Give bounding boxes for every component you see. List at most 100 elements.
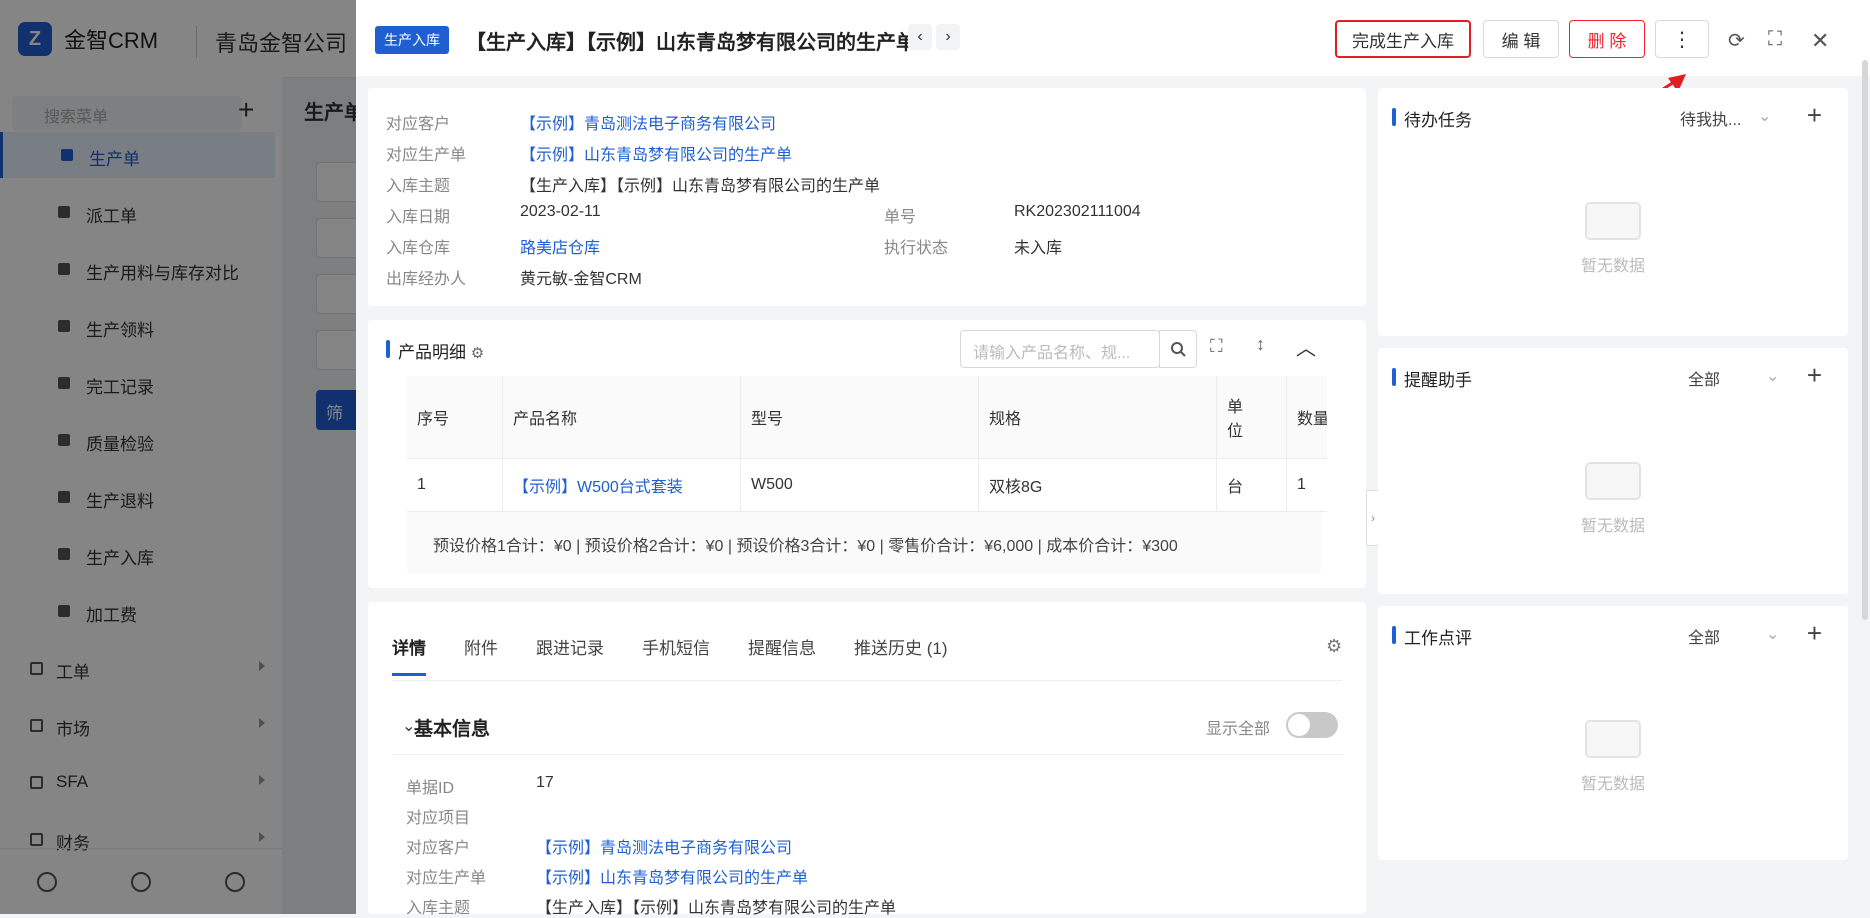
- production-order-link[interactable]: 【示例】山东青岛梦有限公司的生产单: [536, 870, 808, 887]
- record-nav: ‹ ›: [908, 24, 960, 50]
- review-filter-select[interactable]: 全部: [1688, 624, 1720, 648]
- field-label: 单据ID: [406, 780, 455, 797]
- todo-panel: 待办任务 待我执... ⌄ + 暂无数据: [1378, 88, 1848, 336]
- row-height-icon[interactable]: ↕: [1256, 334, 1265, 355]
- empty-box-icon: [1585, 720, 1641, 758]
- tab-reminders[interactable]: 提醒信息: [748, 634, 816, 676]
- product-search-input[interactable]: 请输入产品名称、规...: [960, 330, 1160, 368]
- date-value: 2023-02-11: [520, 203, 601, 220]
- refresh-icon[interactable]: ⟳: [1728, 28, 1745, 53]
- field-label: 对应客户: [406, 840, 471, 857]
- record-id-value: 17: [536, 774, 554, 791]
- chevron-left-icon[interactable]: ‹: [908, 24, 932, 50]
- empty-text: 暂无数据: [1580, 258, 1645, 275]
- detail-tabs-card: 详情 附件 跟进记录 手机短信 提醒信息 推送历史 (1) ⚙ ⌄ 基本信息 显…: [368, 602, 1366, 917]
- table-cell: W500: [741, 458, 979, 512]
- empty-state: 暂无数据: [1378, 202, 1848, 276]
- basic-info-title: 基本信息: [414, 719, 491, 740]
- table-header: 数量: [1287, 376, 1327, 458]
- customer-link[interactable]: 【示例】青岛测法电子商务有限公司: [520, 116, 776, 133]
- product-detail-card: 产品明细 ⚙ 请输入产品名称、规... ⛶ ↕ ︿ 序号 产品名称 型号 规格 …: [368, 320, 1366, 588]
- add-icon[interactable]: +: [1807, 618, 1822, 649]
- complete-stock-in-button[interactable]: 完成生产入库: [1335, 20, 1471, 58]
- add-icon[interactable]: +: [1807, 100, 1822, 131]
- edit-button[interactable]: 编 辑: [1483, 20, 1559, 58]
- field-label: 入库主题: [386, 178, 451, 195]
- field-label: 入库主题: [406, 900, 471, 917]
- panel-title: 工作点评: [1392, 624, 1472, 649]
- field-label: 入库日期: [386, 209, 451, 226]
- section-title: 产品明细 ⚙: [386, 338, 484, 363]
- production-order-link[interactable]: 【示例】山东青岛梦有限公司的生产单: [520, 147, 792, 164]
- empty-text: 暂无数据: [1580, 776, 1645, 793]
- order-no-value: RK202302111004: [1014, 203, 1141, 220]
- empty-box-icon: [1585, 202, 1641, 240]
- add-icon[interactable]: +: [1807, 360, 1822, 391]
- detail-tabs: 详情 附件 跟进记录 手机短信 提醒信息 推送历史 (1): [392, 634, 948, 676]
- chevron-down-icon[interactable]: ⌄: [1758, 106, 1771, 126]
- subject-value: 【生产入库】【示例】山东青岛梦有限公司的生产单: [520, 178, 881, 195]
- review-panel: 工作点评 全部 ⌄ + 暂无数据: [1378, 606, 1848, 860]
- detail-drawer: 生产入库 【生产入库】【示例】山东青岛梦有限公司的生产单 ‹ › 完成生产入库 …: [356, 0, 1870, 917]
- chevron-up-icon[interactable]: ︿: [1296, 332, 1316, 361]
- empty-state: 暂无数据: [1378, 462, 1848, 536]
- drawer-title: 【生产入库】【示例】山东青岛梦有限公司的生产单: [466, 32, 916, 54]
- delete-button[interactable]: 删 除: [1569, 20, 1645, 58]
- panel-title: 待办任务: [1392, 106, 1472, 131]
- tab-push-history[interactable]: 推送历史 (1): [854, 634, 948, 676]
- field-label: 出库经办人: [386, 271, 467, 288]
- search-button[interactable]: [1159, 330, 1197, 368]
- customer-link[interactable]: 【示例】青岛测法电子商务有限公司: [536, 840, 792, 857]
- product-table: 序号 产品名称 型号 规格 单位 数量 1 【示例】W500台式套装 W500 …: [407, 376, 1327, 576]
- chevron-down-icon[interactable]: ⌄: [1766, 366, 1779, 386]
- reminder-panel: 提醒助手 全部 ⌄ + 暂无数据: [1378, 348, 1848, 594]
- status-value: 未入库: [1014, 240, 1063, 257]
- table-cell: 台: [1217, 458, 1287, 512]
- scrollbar[interactable]: [1862, 60, 1868, 620]
- reminder-filter-select[interactable]: 全部: [1688, 366, 1720, 390]
- table-header: 规格: [979, 376, 1217, 458]
- gear-icon[interactable]: ⚙: [471, 345, 484, 362]
- empty-text: 暂无数据: [1580, 518, 1645, 535]
- warehouse-link[interactable]: 路美店仓库: [520, 240, 600, 257]
- fullscreen-icon[interactable]: ⛶: [1768, 28, 1782, 51]
- field-label: 对应生产单: [386, 147, 467, 164]
- drawer-header: 生产入库 【生产入库】【示例】山东青岛梦有限公司的生产单 ‹ › 完成生产入库 …: [356, 0, 1870, 76]
- tab-attachments[interactable]: 附件: [464, 634, 498, 676]
- search-icon: [1171, 342, 1186, 357]
- product-name-link[interactable]: 【示例】W500台式套装: [503, 458, 741, 512]
- empty-box-icon: [1585, 462, 1641, 500]
- todo-filter-select[interactable]: 待我执...: [1680, 106, 1741, 130]
- field-label: 单号: [884, 209, 917, 226]
- tabs-divider: [392, 680, 1342, 681]
- field-label: 对应项目: [406, 810, 471, 827]
- price-summary: 预设价格1合计：¥0 | 预设价格2合计：¥0 | 预设价格3合计：¥0 | 零…: [407, 512, 1321, 574]
- chevron-right-icon[interactable]: ›: [936, 24, 960, 50]
- chevron-down-icon[interactable]: ⌄: [1766, 624, 1779, 644]
- table-header: 单位: [1217, 376, 1287, 458]
- tab-sms[interactable]: 手机短信: [642, 634, 710, 676]
- handler-value: 黄元敏-金智CRM: [520, 271, 642, 288]
- field-label: 入库仓库: [386, 240, 451, 257]
- show-all-toggle[interactable]: [1286, 712, 1338, 738]
- more-button[interactable]: ⋮: [1655, 20, 1709, 58]
- info-card: 对应客户 【示例】青岛测法电子商务有限公司 对应生产单 【示例】山东青岛梦有限公…: [368, 88, 1366, 306]
- gear-icon[interactable]: ⚙: [1326, 636, 1342, 657]
- field-label: 对应生产单: [406, 870, 487, 887]
- table-cell: 双核8G: [979, 458, 1217, 512]
- field-label: 对应客户: [386, 116, 451, 133]
- table-header: 序号: [407, 376, 503, 458]
- fullscreen-icon[interactable]: ⛶: [1210, 336, 1223, 357]
- table-cell: 1: [1287, 458, 1327, 512]
- tab-details[interactable]: 详情: [392, 634, 426, 676]
- table-cell: 1: [407, 458, 503, 512]
- section-divider: [392, 754, 1342, 755]
- empty-state: 暂无数据: [1378, 720, 1848, 794]
- unit-header-label: 单位: [1227, 399, 1244, 440]
- close-icon[interactable]: ✕: [1811, 28, 1829, 54]
- field-label: 执行状态: [884, 240, 949, 257]
- type-tag: 生产入库: [375, 26, 449, 54]
- show-all-label: 显示全部: [1206, 721, 1271, 738]
- tab-followup[interactable]: 跟进记录: [536, 634, 604, 676]
- subject-value: 【生产入库】【示例】山东青岛梦有限公司的生产单: [536, 900, 897, 917]
